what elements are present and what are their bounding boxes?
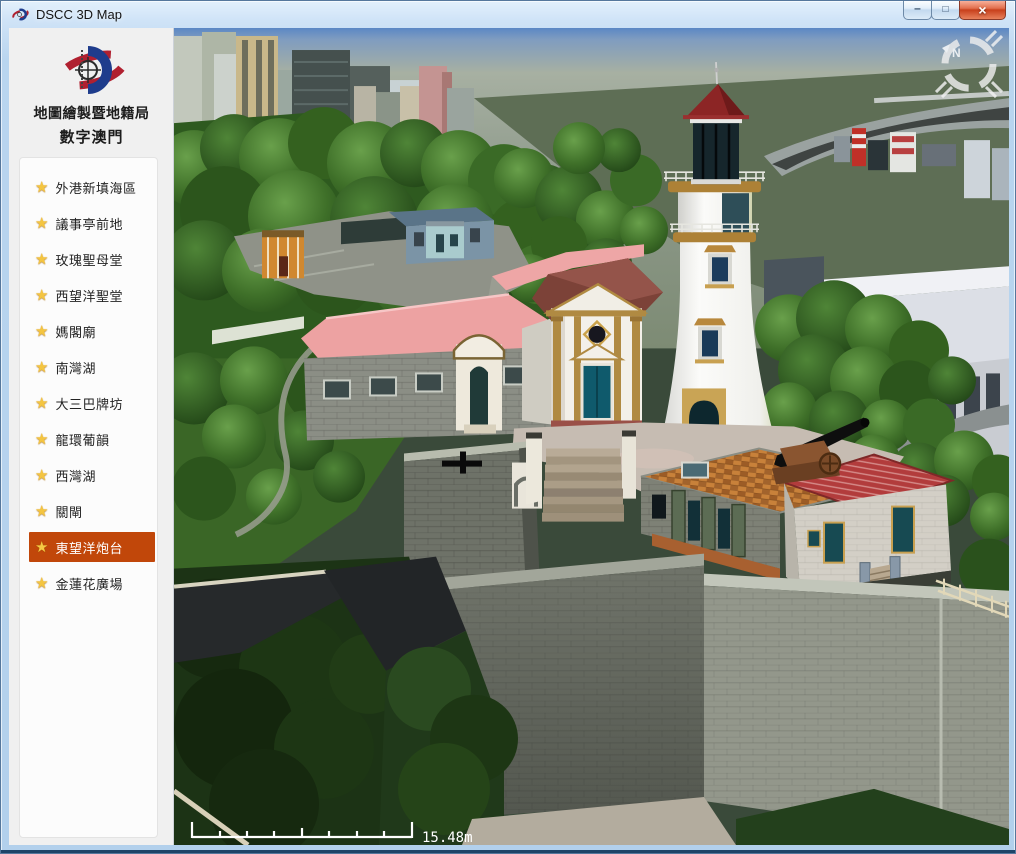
sidebar-item-label: 玫瑰聖母堂	[55, 250, 123, 269]
digital-macau-label: 數字澳門	[9, 126, 174, 147]
sidebar-item-label: 龍環葡韻	[55, 430, 109, 449]
star-icon: ★	[35, 214, 48, 232]
barracks-porch	[454, 335, 504, 433]
map-3d-viewport[interactable]: N 15.48m	[174, 28, 1009, 845]
maximize-button[interactable]: □	[931, 1, 960, 20]
lighthouse-window-upper	[704, 245, 736, 288]
close-button[interactable]: ×	[959, 1, 1006, 20]
minimize-button[interactable]: –	[903, 1, 932, 20]
star-icon: ★	[35, 394, 48, 412]
agency-name: 地圖繪製暨地籍局	[9, 103, 174, 123]
sidebar-item-guia-fortress[interactable]: ★ 東望洋炮台	[29, 532, 155, 562]
star-icon: ★	[35, 538, 48, 556]
sidebar-item-a-ma-temple[interactable]: ★ 媽閣廟	[29, 316, 155, 346]
sidebar-item-nam-van-lake[interactable]: ★ 南灣湖	[29, 352, 155, 382]
compass-north-label: N	[952, 46, 961, 60]
star-icon: ★	[35, 574, 48, 592]
finial-spike	[716, 62, 717, 84]
sidebar-item-sai-van-lake[interactable]: ★ 西灣湖	[29, 460, 155, 490]
window-controls: – □ ×	[904, 1, 1006, 20]
star-icon: ★	[35, 502, 48, 520]
sidebar-item-taipa-houses[interactable]: ★ 龍環葡韻	[29, 424, 155, 454]
close-icon: ×	[978, 5, 986, 15]
sidebar-item-senado-square[interactable]: ★ 議事亭前地	[29, 208, 155, 238]
star-icon: ★	[35, 250, 48, 268]
sidebar-item-st-dominics-church[interactable]: ★ 玫瑰聖母堂	[29, 244, 155, 274]
star-icon: ★	[35, 466, 48, 484]
sidebar-item-label: 金蓮花廣場	[55, 574, 123, 593]
maximize-icon: □	[942, 5, 948, 15]
window-content: 地圖繪製暨地籍局 數字澳門 ★ 外港新填海區 ★ 議事亭前地 ★ 玫瑰聖母堂 ★ 西望洋…	[9, 28, 1009, 845]
scale-label: 15.48m	[422, 830, 473, 845]
star-icon: ★	[35, 286, 48, 304]
sidebar-item-border-gate[interactable]: ★ 關閘	[29, 496, 155, 526]
minimize-icon: –	[914, 3, 921, 13]
sidebar-item-label: 東望洋炮台	[55, 538, 123, 557]
sidebar-item-label: 南灣湖	[55, 358, 96, 377]
sidebar-item-label: 大三巴牌坊	[55, 394, 123, 413]
sidebar-item-label: 西望洋聖堂	[55, 286, 123, 305]
sidebar-item-label: 議事亭前地	[55, 214, 123, 233]
lantern-room	[690, 116, 742, 184]
title-bar[interactable]: DSCC 3D Map – □ ×	[1, 1, 1015, 28]
landmark-list: ★ 外港新填海區 ★ 議事亭前地 ★ 玫瑰聖母堂 ★ 西望洋聖堂 ★ 媽閣廟 ★ 南灣湖 ★…	[19, 157, 158, 838]
app-logo-icon	[12, 7, 29, 22]
window-frame-bottom	[1, 850, 1015, 853]
window-title: DSCC 3D Map	[36, 7, 122, 22]
dscc-logo	[55, 44, 129, 96]
guia-chapel	[522, 258, 663, 427]
star-icon: ★	[35, 358, 48, 376]
sidebar: 地圖繪製暨地籍局 數字澳門 ★ 外港新填海區 ★ 議事亭前地 ★ 玫瑰聖母堂 ★ 西望洋…	[9, 28, 174, 845]
sidebar-item-label: 外港新填海區	[55, 178, 136, 197]
star-icon: ★	[35, 322, 48, 340]
sidebar-item-label: 媽閣廟	[55, 322, 96, 341]
star-icon: ★	[35, 430, 48, 448]
sidebar-item-ruins-of-st-paul[interactable]: ★ 大三巴牌坊	[29, 388, 155, 418]
sidebar-item-label: 西灣湖	[55, 466, 96, 485]
sidebar-item-label: 關閘	[55, 502, 82, 521]
sidebar-item-penha-church[interactable]: ★ 西望洋聖堂	[29, 280, 155, 310]
sidebar-item-golden-lotus-square[interactable]: ★ 金蓮花廣場	[29, 568, 155, 598]
agency-logo-block: 地圖繪製暨地籍局 數字澳門	[9, 44, 174, 147]
app-window: DSCC 3D Map – □ × 地圖繪製暨地籍局 數字澳門	[0, 0, 1016, 854]
star-icon: ★	[35, 178, 48, 196]
scene-3d: N 15.48m	[174, 28, 1009, 845]
lighthouse-window-lower	[694, 318, 726, 363]
colonial-house	[262, 230, 304, 278]
sidebar-item-outer-harbour[interactable]: ★ 外港新填海區	[29, 172, 155, 202]
